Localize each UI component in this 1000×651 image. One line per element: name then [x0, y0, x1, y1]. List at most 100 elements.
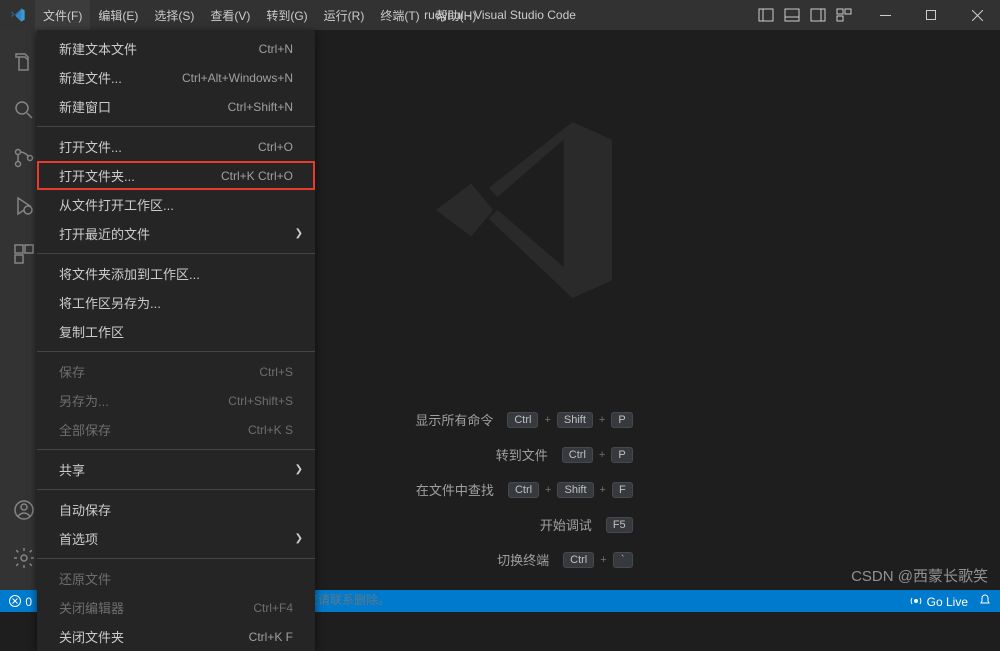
menu-item[interactable]: 关闭文件夹 Ctrl+K F [37, 622, 315, 651]
shortcut-label: 开始调试 [540, 515, 592, 534]
menu-item-label: 复制工作区 [59, 322, 124, 341]
maximize-button[interactable] [908, 0, 954, 30]
chevron-right-icon: ❯ [295, 228, 303, 239]
menu-item-label: 新建窗口 [59, 97, 111, 116]
menu-item[interactable]: 复制工作区 [37, 317, 315, 346]
layout-sidebar-left-icon[interactable] [758, 7, 774, 23]
layout-panel-icon[interactable] [784, 7, 800, 23]
shortcut-keys: Ctrl+Shift+F [508, 482, 633, 498]
shortcut-row: 切换终端 Ctrl+` [415, 550, 632, 569]
menu-item-shortcut: Ctrl+K F [249, 630, 293, 644]
status-errors[interactable]: 0 [8, 594, 32, 609]
keyboard-key: F [612, 482, 633, 498]
menubar: 文件(F) 编辑(E) 选择(S) 查看(V) 转到(G) 运行(R) 终端(T… [35, 0, 484, 30]
shortcut-label: 显示所有命令 [415, 410, 493, 429]
menu-item[interactable]: 自动保存 [37, 495, 315, 524]
menu-item-label: 将工作区另存为... [59, 293, 161, 312]
chevron-right-icon: ❯ [295, 464, 303, 475]
menu-item[interactable]: 打开文件夹... Ctrl+K Ctrl+O [37, 161, 315, 190]
menu-item-label: 新建文本文件 [59, 39, 137, 58]
close-button[interactable] [954, 0, 1000, 30]
keyboard-key: Ctrl [563, 552, 594, 568]
menu-item[interactable]: 打开最近的文件 ❯ [37, 219, 315, 248]
shortcut-label: 在文件中查找 [416, 480, 494, 499]
menu-item-shortcut: Ctrl+K S [248, 423, 293, 437]
keyboard-key: Shift [557, 412, 593, 428]
menu-item[interactable]: 新建文本文件 Ctrl+N [37, 34, 315, 63]
menu-edit[interactable]: 编辑(E) [90, 0, 146, 30]
shortcut-keys: Ctrl+Shift+P [507, 412, 632, 428]
chevron-right-icon: ❯ [295, 533, 303, 544]
menu-item-shortcut: Ctrl+Alt+Windows+N [182, 71, 293, 85]
status-notifications-icon[interactable] [978, 593, 992, 610]
menu-item-label: 还原文件 [59, 569, 111, 588]
menu-item-label: 新建文件... [59, 68, 122, 87]
menu-separator [37, 253, 315, 254]
menu-item[interactable]: 将文件夹添加到工作区... [37, 259, 315, 288]
layout-sidebar-right-icon[interactable] [810, 7, 826, 23]
menu-item[interactable]: 新建窗口 Ctrl+Shift+N [37, 92, 315, 121]
menu-item[interactable]: 从文件打开工作区... [37, 190, 315, 219]
minimize-button[interactable] [862, 0, 908, 30]
menu-item-label: 保存 [59, 362, 85, 381]
menu-item-label: 打开文件... [59, 137, 122, 156]
keyboard-key: F5 [606, 517, 633, 533]
menu-item-shortcut: Ctrl+Shift+N [228, 100, 293, 114]
menu-item: 另存为...Ctrl+Shift+S [37, 386, 315, 415]
shortcut-row: 显示所有命令 Ctrl+Shift+P [415, 410, 632, 429]
menu-item: 还原文件 [37, 564, 315, 593]
keyboard-key: P [611, 447, 632, 463]
shortcut-label: 切换终端 [497, 550, 549, 569]
menu-item: 保存 Ctrl+S [37, 357, 315, 386]
menu-item: 关闭编辑器 Ctrl+F4 [37, 593, 315, 622]
window-controls [748, 0, 1000, 30]
menu-separator [37, 351, 315, 352]
menu-item-label: 关闭文件夹 [59, 627, 124, 646]
shortcut-row: 开始调试 F5 [415, 515, 632, 534]
vscode-watermark-icon [414, 100, 634, 320]
menu-item-label: 打开最近的文件 [59, 224, 150, 243]
welcome-shortcuts: 显示所有命令 Ctrl+Shift+P 转到文件Ctrl+P 在文件中查找 Ctrl+S… [415, 410, 632, 569]
menu-terminal[interactable]: 终端(T) [372, 0, 427, 30]
shortcut-keys: F5 [606, 517, 633, 533]
shortcut-keys: Ctrl+` [563, 552, 633, 568]
shortcut-row: 转到文件Ctrl+P [415, 445, 632, 464]
menu-item[interactable]: 将工作区另存为... [37, 288, 315, 317]
menu-item-label: 关闭编辑器 [59, 598, 124, 617]
menu-go[interactable]: 转到(G) [258, 0, 315, 30]
menu-item-label: 将文件夹添加到工作区... [59, 264, 200, 283]
menu-item-label: 自动保存 [59, 500, 111, 519]
keyboard-key: Ctrl [562, 447, 593, 463]
menu-run[interactable]: 运行(R) [316, 0, 373, 30]
menu-item[interactable]: 新建文件... Ctrl+Alt+Windows+N [37, 63, 315, 92]
menu-item-label: 首选项 [59, 529, 98, 548]
menu-item: 全部保存 Ctrl+K S [37, 415, 315, 444]
titlebar: 文件(F) 编辑(E) 选择(S) 查看(V) 转到(G) 运行(R) 终端(T… [0, 0, 1000, 30]
menu-item[interactable]: 共享 ❯ [37, 455, 315, 484]
menu-selection[interactable]: 选择(S) [146, 0, 202, 30]
menu-item[interactable]: 打开文件...Ctrl+O [37, 132, 315, 161]
menu-file[interactable]: 文件(F) [35, 0, 90, 30]
menu-item-label: 共享 [59, 460, 85, 479]
keyboard-key: ` [613, 552, 633, 568]
status-golive[interactable]: Go Live [909, 594, 968, 609]
layout-customize-icon[interactable] [836, 7, 852, 23]
menu-item-label: 另存为... [59, 391, 109, 410]
menu-separator [37, 449, 315, 450]
menu-item-label: 从文件打开工作区... [59, 195, 174, 214]
menu-item-shortcut: Ctrl+F4 [253, 601, 293, 615]
menu-separator [37, 558, 315, 559]
menu-item-label: 全部保存 [59, 420, 111, 439]
keyboard-key: Ctrl [508, 482, 539, 498]
keyboard-key: Ctrl [507, 412, 538, 428]
menu-item-shortcut: Ctrl+S [259, 365, 293, 379]
menu-view[interactable]: 查看(V) [202, 0, 258, 30]
file-menu-dropdown: 新建文本文件 Ctrl+N 新建文件... Ctrl+Alt+Windows+N 新建窗… [37, 30, 315, 651]
menu-item[interactable]: 首选项 ❯ [37, 524, 315, 553]
menu-separator [37, 126, 315, 127]
menu-item-shortcut: Ctrl+N [259, 42, 293, 56]
menu-item-label: 打开文件夹... [59, 166, 135, 185]
window-title: ruoyi-ui - Visual Studio Code [424, 8, 576, 22]
shortcut-keys: Ctrl+P [562, 447, 633, 463]
menu-item-shortcut: Ctrl+K Ctrl+O [221, 169, 293, 183]
